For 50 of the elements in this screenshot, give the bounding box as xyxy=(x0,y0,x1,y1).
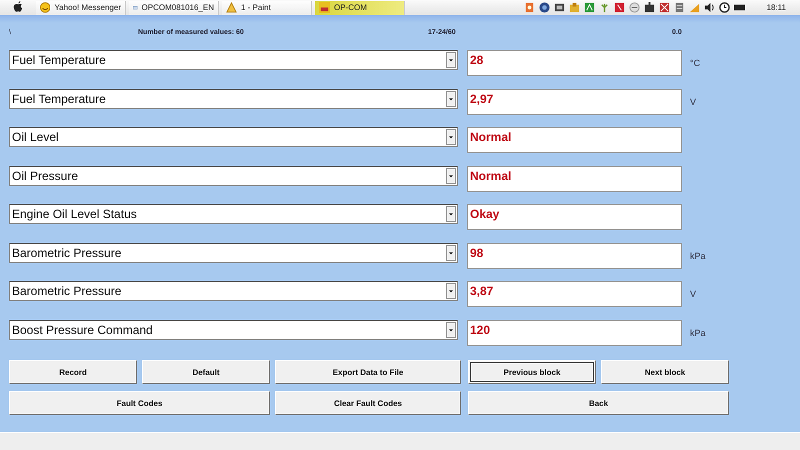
cross-icon[interactable] xyxy=(658,2,670,13)
unit-label: V xyxy=(690,96,696,106)
chart-icon[interactable] xyxy=(584,2,595,13)
taskbar-button[interactable]: OPCOM081016_EN xyxy=(129,0,219,14)
value-field: 2,97 xyxy=(467,88,682,114)
circle-icon[interactable] xyxy=(628,2,640,13)
taskbar-button[interactable]: 1 - Paint xyxy=(222,0,312,14)
value-field: Okay xyxy=(467,204,682,230)
antenna-icon[interactable] xyxy=(598,2,610,13)
action-button[interactable]: Previous block xyxy=(468,360,596,384)
unit-label: V xyxy=(690,289,696,299)
action-button[interactable]: Clear Fault Codes xyxy=(275,391,461,415)
value-field: 3,87 xyxy=(467,281,682,307)
clock-icon[interactable] xyxy=(718,2,730,13)
keyboard-icon[interactable] xyxy=(734,2,745,13)
monitor-icon[interactable] xyxy=(554,2,565,13)
value-field: Normal xyxy=(467,127,682,153)
app-icon xyxy=(319,2,330,13)
device-icon[interactable] xyxy=(644,2,655,13)
speaker-icon[interactable] xyxy=(704,2,715,13)
action-button[interactable]: Back xyxy=(468,391,729,415)
parameter-dropdown[interactable]: Fuel Temperature xyxy=(9,50,458,70)
taskbar-button[interactable]: Yahoo! Messenger xyxy=(36,0,126,14)
parameter-dropdown[interactable]: Oil Level xyxy=(9,127,458,147)
parameter-dropdown[interactable]: Boost Pressure Command xyxy=(9,320,458,340)
parameter-dropdown[interactable]: Barometric Pressure xyxy=(9,242,458,262)
action-button[interactable]: Default xyxy=(142,360,270,384)
apple-icon[interactable] xyxy=(13,1,24,14)
disc-icon[interactable] xyxy=(538,2,550,13)
parameter-dropdown[interactable]: Engine Oil Level Status xyxy=(9,204,458,224)
value-field: 120 xyxy=(467,320,682,346)
value-field: 98 xyxy=(467,242,682,268)
action-button[interactable]: Next block xyxy=(601,360,729,384)
value-field: 28 xyxy=(467,50,682,76)
paint-icon xyxy=(226,2,237,13)
action-button[interactable]: Record xyxy=(9,360,137,384)
unit-label: kPa xyxy=(690,328,706,338)
parameter-dropdown[interactable]: Fuel Temperature xyxy=(9,88,458,108)
taskbar-button[interactable]: OP-COM xyxy=(315,0,405,14)
unit-label: kPa xyxy=(690,250,706,260)
clock[interactable]: 18:11 xyxy=(766,3,786,12)
value-field: Normal xyxy=(467,166,682,192)
parameter-dropdown[interactable]: Oil Pressure xyxy=(9,166,458,186)
unit-label: °C xyxy=(690,58,700,68)
signal-icon[interactable] xyxy=(688,2,700,13)
action-button[interactable]: Fault Codes xyxy=(9,391,270,415)
smiley-icon xyxy=(40,2,50,13)
action-button[interactable]: Export Data to File xyxy=(275,360,461,384)
parameter-dropdown[interactable]: Barometric Pressure xyxy=(9,281,458,301)
folder-icon[interactable] xyxy=(568,2,580,13)
